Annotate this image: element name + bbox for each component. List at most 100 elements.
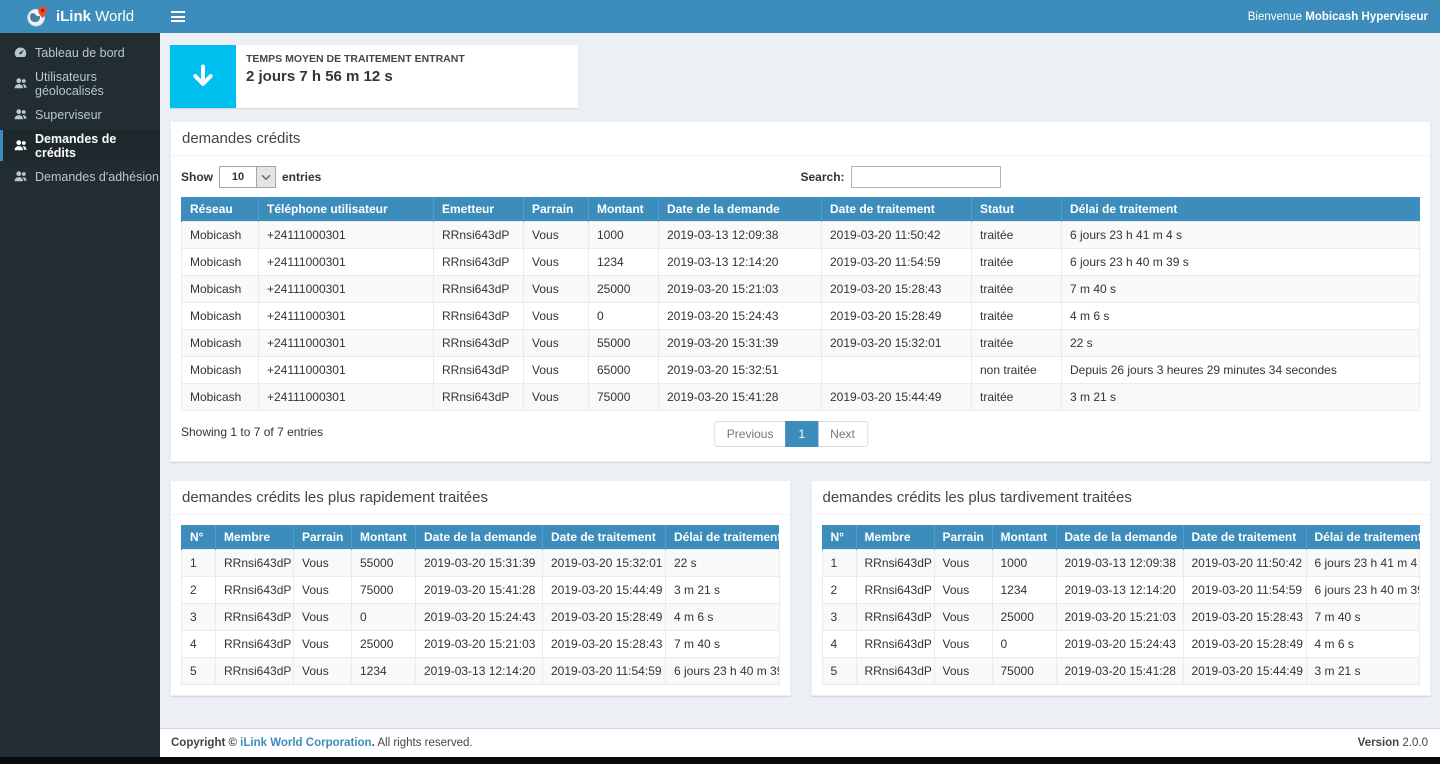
table-cell: Vous (524, 249, 589, 276)
search-input[interactable] (851, 166, 1001, 188)
table-cell: 6 jours 23 h 41 m 4 s (1062, 222, 1420, 249)
table-cell: 2019-03-20 15:44:49 (1183, 658, 1306, 685)
table-cell: 2019-03-20 15:28:43 (1183, 604, 1306, 631)
table-cell: 2019-03-20 15:24:43 (1056, 631, 1183, 658)
table-cell: RRnsi643dP (216, 550, 294, 577)
table-cell: 2019-03-20 15:28:43 (543, 631, 666, 658)
company-link[interactable]: iLink World Corporation (240, 737, 371, 749)
hamburger-icon (171, 11, 185, 13)
table-cell: 6 jours 23 h 40 m 39 s (666, 658, 780, 685)
table-cell: 6 jours 23 h 40 m 39 s (1062, 249, 1420, 276)
fastest-processed-table: N°MembreParrainMontantDate de la demande… (181, 525, 780, 685)
column-header[interactable]: Emetteur (434, 197, 524, 222)
column-header[interactable]: Date de traitement (822, 197, 972, 222)
table-cell: RRnsi643dP (434, 303, 524, 330)
table-cell: +24111000301 (259, 249, 434, 276)
chevron-down-icon (256, 167, 275, 187)
sidebar-item-demandes-d-adhesion[interactable]: Demandes d'adhésion (0, 161, 160, 192)
table-cell: RRnsi643dP (216, 604, 294, 631)
table-cell: Vous (294, 631, 352, 658)
sidebar-toggle-button[interactable] (160, 0, 196, 33)
table-cell: Vous (524, 303, 589, 330)
column-header[interactable]: Téléphone utilisateur (259, 197, 434, 222)
slowest-processed-table: N°MembreParrainMontantDate de la demande… (822, 525, 1421, 685)
table-row: Mobicash+24111000301RRnsi643dPVous123420… (182, 249, 1420, 276)
column-header[interactable]: Délai de traitement (1062, 197, 1420, 222)
table-row: 2RRnsi643dPVous750002019-03-20 15:41:282… (182, 577, 780, 604)
column-header[interactable]: Parrain (524, 197, 589, 222)
brand-logo[interactable]: iLink World (0, 0, 160, 33)
table-row: Mobicash+24111000301RRnsi643dPVous550002… (182, 330, 1420, 357)
sidebar-item-tableau-de-bord[interactable]: Tableau de bord (0, 37, 160, 68)
table-cell: 2019-03-20 15:21:03 (659, 276, 822, 303)
sidebar-item-utilisateurs-geolocalises[interactable]: Utilisateurs géolocalisés (0, 68, 160, 99)
table-cell: 25000 (589, 276, 659, 303)
table-cell: RRnsi643dP (856, 658, 934, 685)
brand-name: iLink World (56, 8, 134, 25)
table-row: Mobicash+24111000301RRnsi643dPVous750002… (182, 384, 1420, 411)
sidebar-item-demandes-de-credits[interactable]: Demandes de crédits (0, 130, 160, 161)
table-cell: 2019-03-20 15:21:03 (1056, 604, 1183, 631)
top-navbar: iLink World Bienvenue Mobicash Hypervise… (0, 0, 1440, 33)
column-header: Date de la demande (1056, 525, 1183, 550)
sidebar-item-label: Superviseur (35, 108, 102, 122)
table-cell: 3 m 21 s (1062, 384, 1420, 411)
column-header[interactable]: Statut (972, 197, 1062, 222)
pagination-previous-button[interactable]: Previous (714, 421, 787, 447)
table-cell: 0 (589, 303, 659, 330)
table-cell: 2 (182, 577, 216, 604)
table-cell: Vous (934, 631, 992, 658)
table-cell: Mobicash (182, 384, 259, 411)
table-cell: 2019-03-20 15:24:43 (416, 604, 543, 631)
users-icon (13, 139, 27, 152)
table-cell: 5 (182, 658, 216, 685)
table-cell: traitée (972, 303, 1062, 330)
table-cell: 25000 (992, 604, 1056, 631)
sidebar-item-label: Demandes d'adhésion (35, 170, 159, 184)
table-cell: 2019-03-20 11:50:42 (822, 222, 972, 249)
pagination-next-button[interactable]: Next (817, 421, 868, 447)
column-header: Date de traitement (1183, 525, 1306, 550)
table-cell: Mobicash (182, 249, 259, 276)
column-header[interactable]: Montant (589, 197, 659, 222)
column-header[interactable]: Réseau (182, 197, 259, 222)
table-cell: 1234 (992, 577, 1056, 604)
search-label: Search: (801, 170, 845, 184)
column-header[interactable]: Date de la demande (659, 197, 822, 222)
sidebar-item-superviseur[interactable]: Superviseur (0, 99, 160, 130)
users-icon (13, 77, 27, 90)
table-cell: 2019-03-13 12:14:20 (416, 658, 543, 685)
column-header: Montant (352, 525, 416, 550)
table-cell: 22 s (1062, 330, 1420, 357)
table-cell: Vous (934, 604, 992, 631)
page-length-dropdown[interactable]: 10 (220, 167, 256, 187)
sidebar-item-label: Tableau de bord (35, 46, 125, 60)
users-icon (13, 170, 27, 183)
table-cell: +24111000301 (259, 330, 434, 357)
page-length-select[interactable]: 10 (219, 166, 276, 188)
table-row: Mobicash+24111000301RRnsi643dPVous02019-… (182, 303, 1420, 330)
table-cell: 25000 (352, 631, 416, 658)
column-header: Date de traitement (543, 525, 666, 550)
globe-pin-icon (26, 5, 49, 28)
table-cell: 2019-03-20 11:50:42 (1183, 550, 1306, 577)
table-cell: 1000 (992, 550, 1056, 577)
table-cell: 2019-03-20 15:32:01 (822, 330, 972, 357)
column-header: Montant (992, 525, 1056, 550)
pagination-page-1-button[interactable]: 1 (785, 421, 818, 447)
table-cell: 2019-03-20 15:31:39 (659, 330, 822, 357)
table-cell: 7 m 40 s (1062, 276, 1420, 303)
sidebar-item-label: Utilisateurs géolocalisés (35, 70, 160, 98)
table-cell: non traitée (972, 357, 1062, 384)
credit-requests-panel: demandes crédits Show 10 entries (170, 121, 1431, 462)
table-cell: 3 (182, 604, 216, 631)
avg-processing-time-widget: TEMPS MOYEN DE TRAITEMENT ENTRANT 2 jour… (170, 45, 578, 108)
column-header: Parrain (294, 525, 352, 550)
table-cell: 2019-03-20 15:32:51 (659, 357, 822, 384)
table-cell: 4 m 6 s (666, 604, 780, 631)
table-cell: Mobicash (182, 222, 259, 249)
table-cell: 2 (822, 577, 856, 604)
entries-label: entries (282, 170, 321, 184)
panel-title: demandes crédits les plus rapidement tra… (171, 481, 790, 515)
bottom-strip (0, 757, 1440, 764)
